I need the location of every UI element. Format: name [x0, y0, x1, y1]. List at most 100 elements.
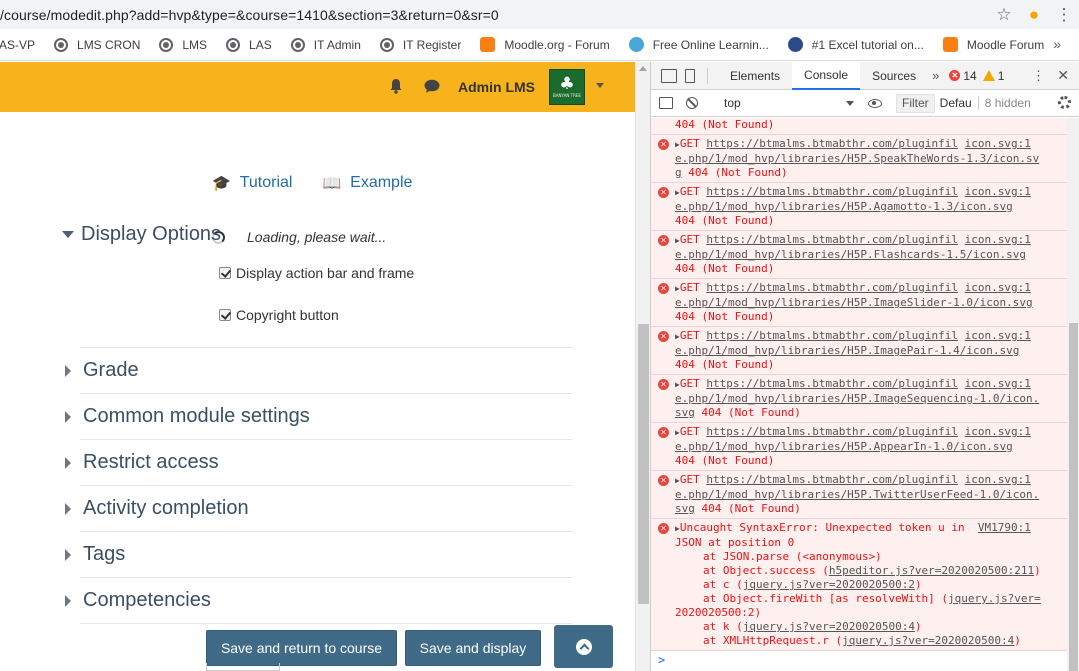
stack-frame-link[interactable]: jquery.js?ver=2020020500:4	[842, 634, 1014, 647]
stack-frame-link[interactable]: jquery.js?ver=2020020500:2	[743, 578, 915, 591]
back-to-top-button[interactable]	[554, 625, 613, 668]
console-entry-404[interactable]: ✕ ▶GET https://btmalms.btmabthr.com/plugi…	[651, 183, 1067, 231]
section-tags[interactable]: Tags	[62, 543, 125, 566]
section-restrict-access[interactable]: Restrict access	[62, 451, 219, 474]
request-url[interactable]: https://btmalms.btmabthr.com/pluginfil	[706, 377, 958, 390]
bookmark-moodle-org-forum[interactable]: Moodle.org - Forum	[480, 37, 610, 52]
request-url[interactable]: https://btmalms.btmabthr.com/pluginfil	[706, 185, 958, 198]
source-link[interactable]: icon.svg:1	[965, 281, 1031, 294]
hidden-count[interactable]: 8 hidden	[977, 96, 1031, 110]
page-scrollbar[interactable]	[635, 62, 650, 671]
bookmark-lms[interactable]: LMS	[159, 37, 207, 52]
bookmark-it-admin[interactable]: IT Admin	[290, 37, 361, 52]
request-url[interactable]: https://btmalms.btmabthr.com/pluginfil	[706, 473, 958, 486]
section-common-module-settings[interactable]: Common module settings	[62, 405, 310, 428]
example-link[interactable]: 📖 Example	[322, 174, 412, 192]
request-url-cont[interactable]: e.php/1/mod_hvp/libraries/H5P.ImageSeque…	[675, 392, 1039, 405]
request-url[interactable]: https://btmalms.btmabthr.com/pluginfil	[706, 137, 958, 150]
browser-menu-icon[interactable]: ⋮	[1049, 5, 1079, 25]
console-entry-404[interactable]: ✕ ▶GET https://btmalms.btmabthr.com/plugi…	[651, 375, 1067, 423]
bookmark-las[interactable]: LAS	[226, 37, 272, 52]
console-scrollbar[interactable]	[1067, 118, 1079, 671]
bookmark-it-register[interactable]: IT Register	[379, 37, 461, 52]
device-toolbar-icon[interactable]	[685, 68, 695, 83]
filter-input[interactable]: Filter	[896, 93, 935, 113]
stack-frame-link[interactable]: jquery.js?ver=	[948, 592, 1041, 605]
bookmark-excel-tutorial[interactable]: #1 Excel tutorial on...	[787, 37, 924, 52]
console-entry-syntax-error[interactable]: ✕ ▶Uncaught SyntaxError: Unexpected toke…	[651, 519, 1067, 651]
bookmark-moodle-forum[interactable]: Moodle Forum	[942, 37, 1044, 52]
console-entry-404[interactable]: ✕ ▶GET https://btmalms.btmabthr.com/plugi…	[651, 135, 1067, 183]
extension-icon[interactable]: ●	[1019, 5, 1049, 25]
user-avatar[interactable]: ♣ BANYAN TREE	[549, 69, 585, 105]
copyright-checkbox[interactable]	[219, 309, 231, 321]
user-menu-caret-icon[interactable]	[596, 83, 604, 88]
stack-frame-link[interactable]: h5peditor.js?ver=2020020500:211	[829, 564, 1034, 577]
context-selector[interactable]: top	[724, 96, 854, 110]
console-entry-404[interactable]: ✕ ▶GET https://btmalms.btmabthr.com/plugi…	[651, 423, 1067, 471]
request-url[interactable]: https://btmalms.btmabthr.com/pluginfil	[706, 281, 958, 294]
bookmark-as-vp[interactable]: AS-VP	[0, 38, 35, 52]
console-scroll-thumb[interactable]	[1069, 323, 1078, 671]
source-link[interactable]: VM1790:1	[978, 521, 1031, 534]
request-url-cont[interactable]: e.php/1/mod_hvp/libraries/H5P.ImagePair-…	[675, 344, 1019, 357]
tutorial-link[interactable]: 🎓 Tutorial	[212, 174, 292, 192]
request-url-cont[interactable]: e.php/1/mod_hvp/libraries/H5P.Flashcards…	[675, 248, 1026, 261]
close-devtools-icon[interactable]: ✕	[1057, 67, 1069, 84]
issue-counters[interactable]: ✕ 14 1	[949, 69, 1004, 83]
source-link[interactable]: icon.svg:1	[965, 329, 1031, 342]
user-name[interactable]: Admin LMS	[458, 79, 535, 95]
log-levels-dropdown[interactable]: Defau	[940, 96, 972, 110]
section-grade[interactable]: Grade	[62, 359, 139, 382]
request-url-cont[interactable]: e.php/1/mod_hvp/libraries/H5P.Agamotto-1…	[675, 200, 1013, 213]
source-link[interactable]: icon.svg:1	[965, 473, 1031, 486]
devtools-menu-icon[interactable]: ⋮	[1032, 68, 1045, 84]
live-expression-eye-icon[interactable]	[868, 98, 882, 108]
stack-frame-link[interactable]: jquery.js?ver=2020020500:4	[743, 620, 915, 633]
bookmark-star-icon[interactable]: ☆	[989, 5, 1019, 25]
console-output[interactable]: 404 (Not Found) ✕ ▶GET https://btmalms.bt…	[651, 118, 1067, 671]
section-activity-completion[interactable]: Activity completion	[62, 497, 249, 520]
save-display-button[interactable]: Save and display	[405, 630, 541, 666]
request-url-cont[interactable]: e.php/1/mod_hvp/libraries/H5P.SpeakTheWo…	[675, 152, 1039, 165]
action-bar-checkbox[interactable]	[219, 267, 231, 279]
request-url[interactable]: https://btmalms.btmabthr.com/pluginfil	[706, 329, 958, 342]
request-url-cont[interactable]: e.php/1/mod_hvp/libraries/H5P.ImageSlide…	[675, 296, 1033, 309]
bookmark-free-online-learning[interactable]: Free Online Learnin...	[628, 37, 769, 52]
clear-console-icon[interactable]	[686, 97, 698, 109]
section-competencies[interactable]: Competencies	[62, 589, 211, 612]
source-link[interactable]: icon.svg:1	[965, 233, 1031, 246]
tab-elements[interactable]: Elements	[718, 62, 792, 90]
tab-console[interactable]: Console	[792, 61, 861, 90]
request-url-cont[interactable]: svg	[675, 406, 695, 419]
cancel-button-partial[interactable]	[206, 663, 280, 671]
source-link[interactable]: icon.svg:1	[965, 425, 1031, 438]
request-url-cont[interactable]: g	[675, 166, 682, 179]
bookmark-lms-cron[interactable]: LMS CRON	[54, 37, 140, 52]
section-display-options[interactable]: Display Options	[62, 223, 221, 246]
request-url[interactable]: https://btmalms.btmabthr.com/pluginfil	[706, 425, 958, 438]
request-url-cont[interactable]: svg	[675, 502, 695, 515]
request-url-cont[interactable]: e.php/1/mod_hvp/libraries/H5P.AppearIn-1…	[675, 440, 1013, 453]
console-settings-icon[interactable]	[1058, 96, 1071, 109]
console-entry-404[interactable]: ✕ ▶GET https://btmalms.btmabthr.com/plugi…	[651, 231, 1067, 279]
url-text[interactable]: /course/modedit.php?add=hvp&type=&course…	[0, 7, 989, 23]
console-entry-404[interactable]: ✕ ▶GET https://btmalms.btmabthr.com/plugi…	[651, 279, 1067, 327]
bell-icon[interactable]	[389, 78, 403, 94]
request-url[interactable]: https://btmalms.btmabthr.com/pluginfil	[706, 233, 958, 246]
scroll-up-arrow-icon[interactable]	[639, 66, 647, 71]
address-bar[interactable]: /course/modedit.php?add=hvp&type=&course…	[0, 0, 1079, 29]
page-scroll-thumb[interactable]	[638, 324, 649, 604]
console-prompt[interactable]: >	[651, 653, 1067, 671]
source-link[interactable]: icon.svg:1	[965, 185, 1031, 198]
sidebar-toggle-icon[interactable]	[659, 97, 673, 109]
console-entry-404[interactable]: ✕ ▶GET https://btmalms.btmabthr.com/plugi…	[651, 471, 1067, 519]
tab-sources[interactable]: Sources	[860, 62, 928, 90]
source-link[interactable]: icon.svg:1	[965, 377, 1031, 390]
bookmarks-more-icon[interactable]: »	[1053, 36, 1061, 52]
request-url-cont[interactable]: e.php/1/mod_hvp/libraries/H5P.TwitterUse…	[675, 488, 1039, 501]
inspect-element-icon[interactable]	[661, 68, 677, 83]
more-tabs-icon[interactable]: »	[932, 68, 939, 83]
console-entry-404[interactable]: ✕ ▶GET https://btmalms.btmabthr.com/plugi…	[651, 327, 1067, 375]
save-return-button[interactable]: Save and return to course	[206, 630, 397, 666]
